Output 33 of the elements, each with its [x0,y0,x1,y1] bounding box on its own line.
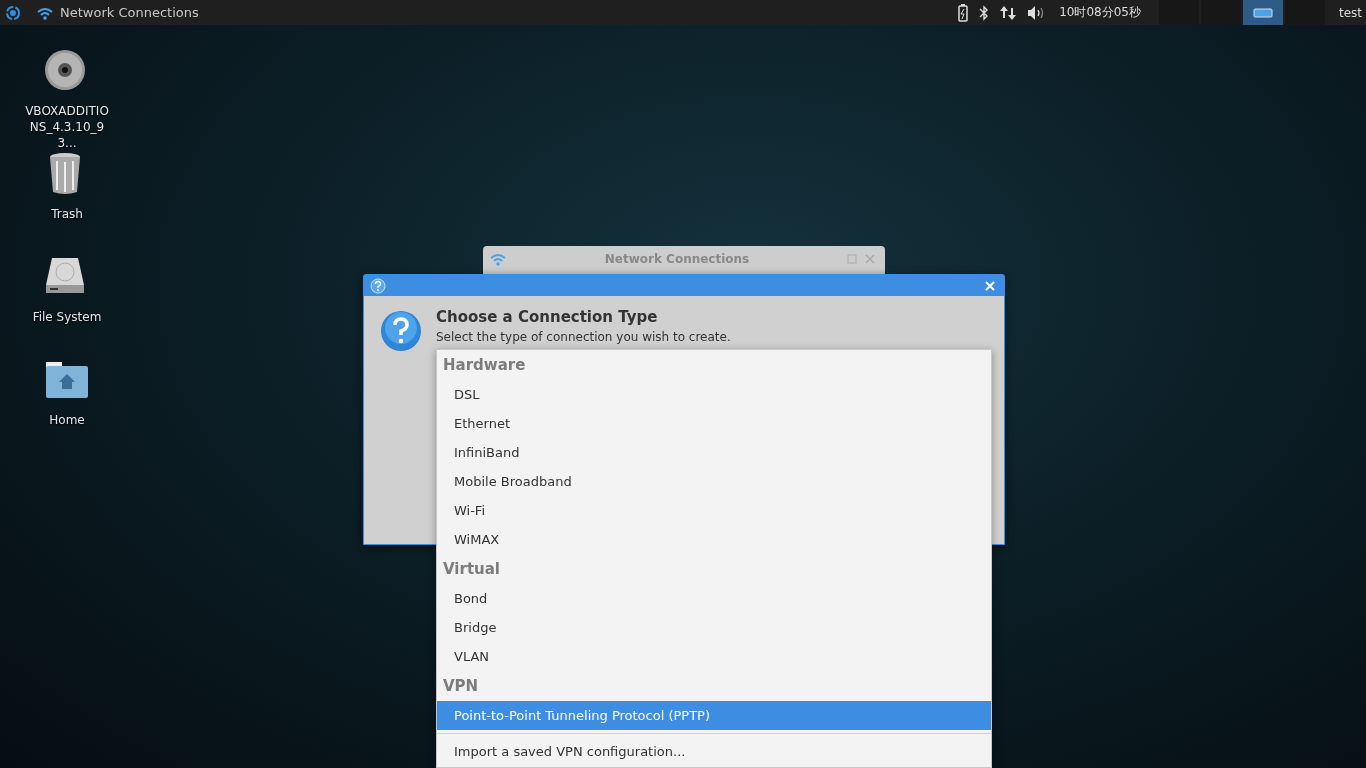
window-icon [1252,7,1273,18]
menu-section-header: Hardware [442,355,527,376]
icon-label[interactable]: VBOXADDITIONS_4.3.10_93... [22,103,112,151]
wifi-icon [489,252,507,266]
dialog-description: Select the type of connection you wish to create. [436,330,731,345]
menu-item[interactable]: WiMAX [437,525,991,554]
icon-label[interactable]: Trash [51,206,83,222]
clock[interactable]: 10时08分05秒 [1059,4,1141,21]
menu-section-header: VPN [442,676,480,697]
menu-section-header: Virtual [442,559,501,580]
question-icon [380,310,422,352]
icon-label[interactable]: File System [32,309,102,325]
menu-item[interactable]: Ethernet [437,409,991,438]
menu-item[interactable]: InfiniBand [437,438,991,467]
menu-item[interactable]: Bond [437,584,991,613]
user-name[interactable]: test [1338,5,1366,20]
menu-item[interactable]: Bridge [437,613,991,642]
menu-item[interactable]: Mobile Broadband [437,467,991,496]
menu-item[interactable]: DSL [437,380,991,409]
menu-item[interactable]: Wi-Fi [437,496,991,525]
menu-item[interactable]: VLAN [437,642,991,671]
dialog-heading: Choose a Connection Type [436,308,659,326]
window-title: Network Connections [603,252,751,266]
help-icon [370,277,386,294]
battery-icon[interactable] [957,2,970,23]
icon-label[interactable]: Home [49,412,85,428]
menu-logo-icon[interactable] [4,3,22,22]
menu-item[interactable]: Import a saved VPN configuration... [437,737,991,766]
volume-icon[interactable] [1027,4,1046,21]
taskbar-window-title[interactable]: Network Connections [60,5,199,20]
wifi-icon [36,5,54,20]
bluetooth-icon[interactable] [979,4,990,21]
workspace-button[interactable] [1242,0,1283,25]
